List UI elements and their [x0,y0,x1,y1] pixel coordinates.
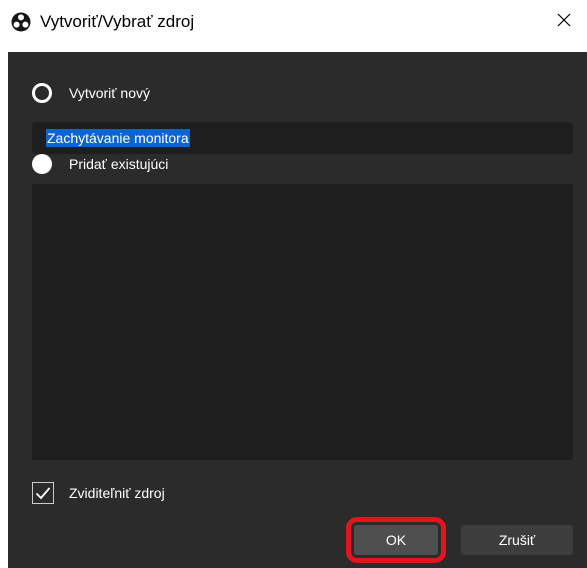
make-visible-checkbox[interactable]: Zviditeľniť zdroj [32,482,165,504]
radio-checked-icon [32,83,52,103]
radio-unchecked-icon [32,154,52,174]
obs-logo-icon [11,12,31,32]
source-name-input[interactable]: Zachytávanie monitora [32,122,573,154]
create-new-label: Vytvoriť nový [69,85,150,101]
ok-button[interactable]: OK [346,517,446,563]
existing-sources-list[interactable] [32,184,573,460]
source-name-value: Zachytávanie monitora [46,129,190,147]
window-title: Vytvoriť/Vybrať zdroj [40,12,195,31]
make-visible-label: Zviditeľniť zdroj [69,485,165,501]
close-icon [556,12,572,33]
cancel-button[interactable]: Zrušiť [461,525,573,555]
create-new-radio[interactable]: Vytvoriť nový [32,83,150,103]
title-bar: Vytvoriť/Vybrať zdroj [0,0,587,44]
add-existing-radio[interactable]: Pridať existujúci [32,154,168,174]
add-existing-label: Pridať existujúci [69,156,169,172]
dialog-body: Vytvoriť nový Zachytávanie monitora Prid… [8,52,587,568]
checkmark-icon [32,482,54,504]
close-button[interactable] [541,0,587,44]
